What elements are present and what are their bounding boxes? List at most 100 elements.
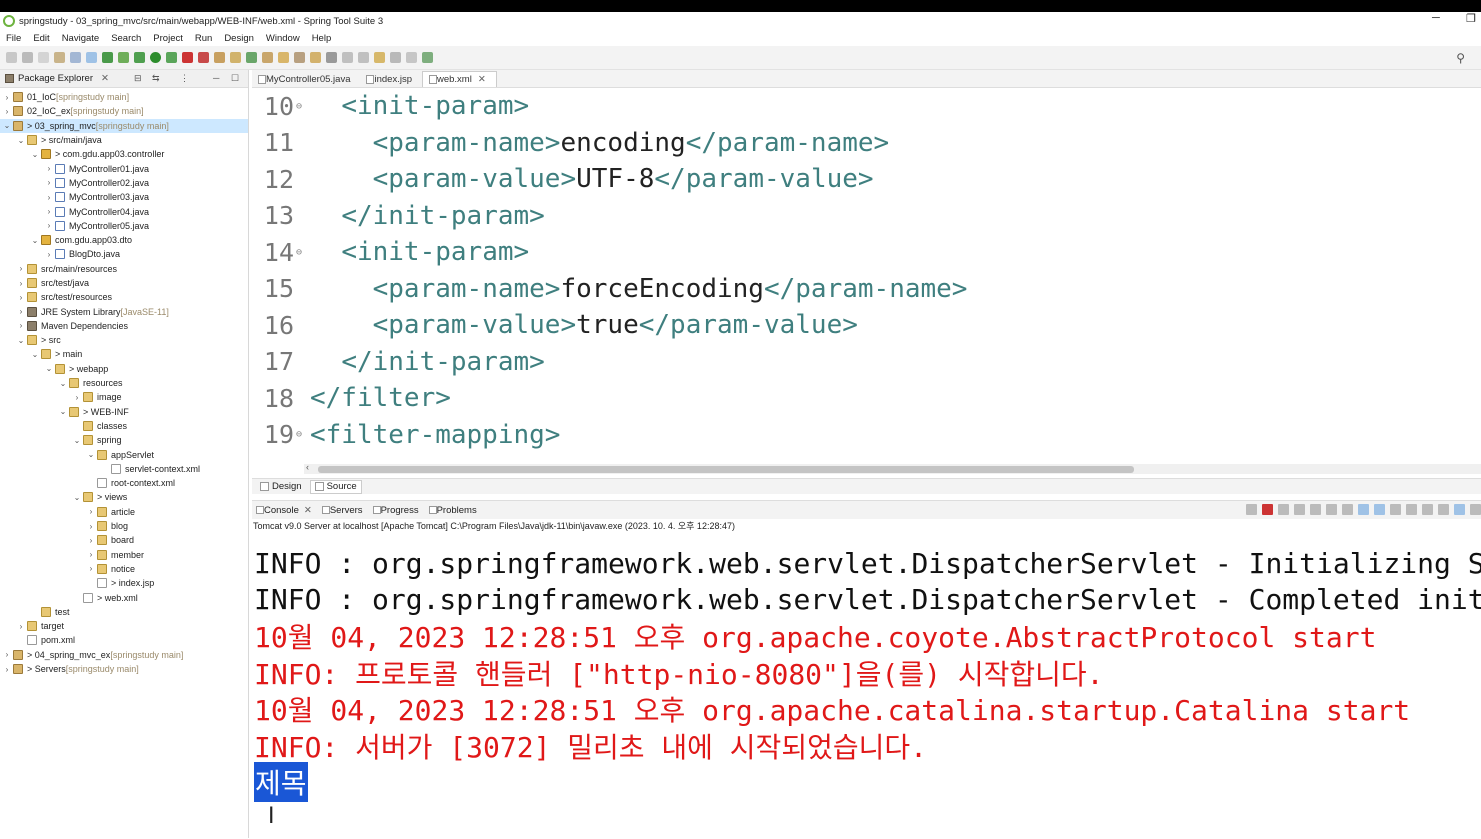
tree-item[interactable]: ⌄ spring [0, 433, 248, 447]
expand-toggle-icon[interactable]: ⌄ [16, 136, 26, 145]
scrollbar-thumb[interactable] [318, 466, 1134, 473]
console-input-selection[interactable]: 제목 [254, 762, 308, 803]
view-menu-icon[interactable]: ⋮ [180, 73, 189, 84]
tree-item[interactable]: › MyController01.java [0, 161, 248, 175]
tree-item[interactable]: ⌄ > webapp [0, 362, 248, 376]
tree-item[interactable]: › blog [0, 519, 248, 533]
tree-item[interactable]: ⌄ > main [0, 347, 248, 361]
expand-toggle-icon[interactable]: ⌄ [72, 436, 82, 445]
expand-toggle-icon[interactable]: › [44, 164, 54, 173]
save-icon[interactable] [22, 52, 33, 63]
scroll-lock-icon[interactable] [1326, 504, 1337, 515]
next-annotation-icon[interactable] [358, 52, 369, 63]
minimize-button[interactable]: ─ [1432, 12, 1440, 24]
expand-toggle-icon[interactable]: › [86, 507, 96, 516]
tree-item[interactable]: › src/test/java [0, 276, 248, 290]
expand-toggle-icon[interactable]: › [44, 193, 54, 202]
open-folder-icon[interactable] [278, 52, 289, 63]
tree-item[interactable]: › member [0, 548, 248, 562]
tree-item[interactable]: ⌄ > 03_spring_mvc [springstudy main] [0, 118, 248, 133]
close-icon[interactable]: ✕ [101, 73, 109, 84]
pin-console-icon[interactable] [1246, 504, 1257, 515]
collapse-all-icon[interactable]: ⊟ [134, 73, 142, 84]
expand-toggle-icon[interactable]: › [44, 250, 54, 259]
open-type-icon[interactable] [262, 52, 273, 63]
new-package-icon[interactable] [230, 52, 241, 63]
tree-item[interactable]: › MyController02.java [0, 176, 248, 190]
tree-item[interactable]: classes [0, 419, 248, 433]
minimize-view-icon[interactable]: ─ [213, 73, 219, 83]
expand-toggle-icon[interactable]: › [2, 93, 12, 102]
tree-item[interactable]: › src/test/resources [0, 290, 248, 304]
tree-item[interactable]: › > Servers [springstudy main] [0, 662, 248, 676]
stop-icon[interactable] [182, 52, 193, 63]
console-tab[interactable]: Console ✕ [256, 505, 312, 516]
expand-toggle-icon[interactable]: › [16, 279, 26, 288]
tree-item[interactable]: › 02_IoC_ex [springstudy main] [0, 104, 248, 118]
expand-toggle-icon[interactable]: ⌄ [44, 364, 54, 373]
expand-toggle-icon[interactable]: ⌄ [16, 336, 26, 345]
expand-toggle-icon[interactable]: › [16, 307, 26, 316]
tree-item[interactable]: test [0, 605, 248, 619]
task-icon[interactable] [310, 52, 321, 63]
tree-item[interactable]: servlet-context.xml [0, 462, 248, 476]
run-icon[interactable] [150, 52, 161, 63]
menu-window[interactable]: Window [266, 33, 300, 44]
tree-item[interactable]: › MyController03.java [0, 190, 248, 204]
editor-tab[interactable]: index.jsp [360, 71, 422, 87]
refresh-icon[interactable] [118, 52, 129, 63]
back-icon[interactable] [390, 52, 401, 63]
tree-item[interactable]: › MyController05.java [0, 219, 248, 233]
tree-item[interactable]: › article [0, 505, 248, 519]
tree-item[interactable]: pom.xml [0, 633, 248, 647]
coverage-icon[interactable] [166, 52, 177, 63]
new-console-icon[interactable] [1422, 504, 1433, 515]
menu-run[interactable]: Run [195, 33, 212, 44]
expand-toggle-icon[interactable]: ⌄ [30, 150, 40, 159]
save-all-icon[interactable] [38, 52, 49, 63]
expand-toggle-icon[interactable]: › [86, 564, 96, 573]
maximize-console-icon[interactable] [1470, 504, 1481, 515]
show-stderr-icon[interactable] [1374, 504, 1385, 515]
remove-all-icon[interactable] [1294, 504, 1305, 515]
debug-icon[interactable] [134, 52, 145, 63]
tree-item[interactable]: › notice [0, 562, 248, 576]
globe-icon[interactable] [326, 52, 337, 63]
tree-item[interactable]: › BlogDto.java [0, 247, 248, 261]
pen-icon[interactable] [294, 52, 305, 63]
expand-toggle-icon[interactable]: ⌄ [58, 379, 68, 388]
tree-item[interactable]: ⌄ resources [0, 376, 248, 390]
expand-toggle-icon[interactable]: › [16, 622, 26, 631]
expand-toggle-icon[interactable]: › [16, 321, 26, 330]
menu-project[interactable]: Project [153, 33, 183, 44]
close-icon[interactable]: ✕ [304, 505, 312, 516]
tree-item[interactable]: ⌄ > src/main/java [0, 133, 248, 147]
tree-item[interactable]: › src/main/resources [0, 262, 248, 276]
tree-item[interactable]: > index.jsp [0, 576, 248, 590]
scroll-left-icon[interactable]: ‹ [306, 462, 309, 472]
terminal-icon[interactable] [70, 52, 81, 63]
remove-launch-icon[interactable] [1278, 504, 1289, 515]
tree-item[interactable]: › MyController04.java [0, 204, 248, 218]
menu-design[interactable]: Design [224, 33, 254, 44]
expand-toggle-icon[interactable]: › [44, 178, 54, 187]
fold-icon[interactable]: ⊖ [296, 247, 310, 258]
menu-navigate[interactable]: Navigate [62, 33, 100, 44]
editor-tab[interactable]: web.xml ✕ [421, 71, 497, 87]
expand-toggle-icon[interactable]: ⌄ [2, 121, 12, 130]
perspective-icon[interactable] [422, 52, 433, 63]
tree-item[interactable]: › Maven Dependencies [0, 319, 248, 333]
new-server-icon[interactable] [214, 52, 225, 63]
expand-toggle-icon[interactable]: › [86, 550, 96, 559]
tree-item[interactable]: ⌄ com.gdu.app03.dto [0, 233, 248, 247]
clear-console-icon[interactable] [1310, 504, 1321, 515]
console-input-line[interactable]: 제목 [254, 762, 1481, 803]
expand-toggle-icon[interactable]: › [2, 650, 12, 659]
terminate-icon[interactable] [1262, 504, 1273, 515]
console-tab[interactable]: Servers [321, 505, 363, 516]
forward-icon[interactable] [406, 52, 417, 63]
expand-toggle-icon[interactable]: › [86, 522, 96, 531]
word-wrap-icon[interactable] [1342, 504, 1353, 515]
expand-toggle-icon[interactable]: › [16, 293, 26, 302]
toggle-icon[interactable] [86, 52, 97, 63]
